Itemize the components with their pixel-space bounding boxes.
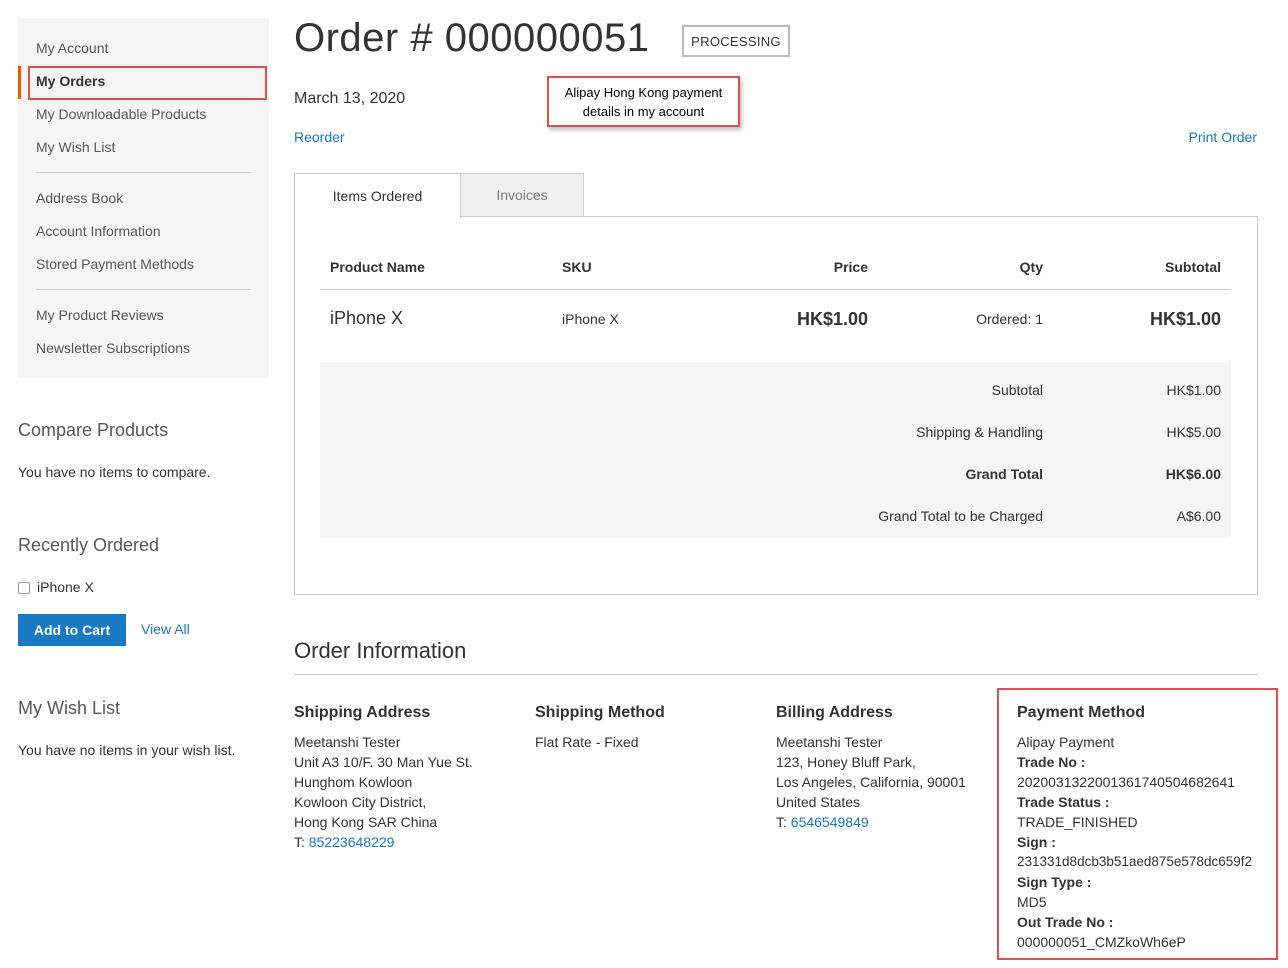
nav-wish-list[interactable]: My Wish List (36, 139, 115, 155)
billing-phone: T: 6546549849 (776, 812, 966, 832)
trade-no-label: Trade No : (1017, 754, 1086, 770)
col-header-subtotal: Subtotal (1165, 259, 1221, 275)
shipping-phone-link[interactable]: 85223648229 (309, 834, 395, 850)
trade-status-label: Trade Status : (1017, 794, 1110, 810)
nav-product-reviews[interactable]: My Product Reviews (36, 307, 164, 323)
address-line: Hunghom Kowloon (294, 774, 413, 790)
wishlist-empty-text: You have no items in your wish list. (18, 742, 236, 758)
totals-value-shipping: HK$5.00 (1166, 424, 1221, 440)
col-header-qty: Qty (1019, 259, 1043, 275)
recently-ordered-item: iPhone X (37, 579, 94, 595)
sign-value: 231331d8dcb3b51aed875e578dc659f2 (1017, 854, 1252, 869)
billing-address-title: Billing Address (776, 704, 893, 721)
add-to-cart-button[interactable]: Add to Cart (18, 614, 126, 646)
totals-value-subtotal: HK$1.00 (1166, 382, 1221, 398)
out-trade-no-value: 000000051_CMZkoWh6eP (1017, 934, 1186, 950)
shipping-method-value: Flat Rate - Fixed (535, 734, 639, 750)
tab-items-ordered[interactable]: Items Ordered (294, 173, 461, 218)
payment-method-title: Payment Method (1017, 704, 1146, 721)
shipping-method-title: Shipping Method (535, 704, 665, 721)
address-line: Unit A3 10/F. 30 Man Yue St. (294, 754, 473, 770)
billing-phone-link[interactable]: 6546549849 (791, 814, 869, 830)
item-price: HK$1.00 (796, 309, 868, 329)
section-divider (294, 674, 1258, 675)
totals-label-charged: Grand Total to be Charged (878, 508, 1043, 524)
nav-address-book[interactable]: Address Book (36, 190, 123, 206)
col-header-sku: SKU (562, 259, 592, 275)
totals-value-grand-total: HK$6.00 (1165, 466, 1221, 482)
totals-label-subtotal: Subtotal (991, 382, 1043, 398)
nav-newsletter-subscriptions[interactable]: Newsletter Subscriptions (36, 340, 190, 356)
out-trade-no-label: Out Trade No : (1017, 914, 1114, 930)
item-product-name: iPhone X (330, 308, 404, 328)
recently-ordered-checkbox[interactable] (18, 582, 30, 594)
nav-my-account[interactable]: My Account (36, 40, 108, 56)
order-information-title: Order Information (294, 638, 467, 663)
address-line: 123, Honey Bluff Park, (776, 754, 916, 770)
totals-label-grand-total: Grand Total (965, 466, 1043, 482)
address-line: United States (776, 794, 861, 810)
nav-account-information[interactable]: Account Information (36, 223, 161, 239)
item-qty: Ordered: 1 (976, 311, 1043, 327)
compare-empty-text: You have no items to compare. (18, 464, 211, 480)
address-line: Hong Kong SAR China (294, 814, 438, 830)
trade-status-value: TRADE_FINISHED (1017, 814, 1138, 830)
shipping-method-block: Shipping Method Flat Rate - Fixed (535, 704, 665, 752)
payment-method-name: Alipay Payment (1017, 734, 1115, 750)
trade-no-value: 20200313220013617405046826​41 (1017, 774, 1236, 790)
totals-value-charged: A$6.00 (1176, 508, 1221, 524)
annotation-callout: Alipay Hong Kong payment details in my a… (547, 76, 740, 127)
shipping-phone: T: 85223648229 (294, 832, 473, 852)
item-sku: iPhone X (562, 311, 619, 327)
compare-title: Compare Products (18, 420, 169, 440)
callout-line: details in my account (582, 104, 705, 119)
view-all-link[interactable]: View All (141, 621, 190, 637)
address-line: Meetanshi Tester (294, 734, 401, 750)
table-divider (320, 289, 1231, 290)
order-totals (320, 362, 1231, 538)
address-line: Los Angeles, California, 90001 (776, 774, 966, 790)
shipping-address-title: Shipping Address (294, 704, 431, 721)
phone-prefix: T: (294, 834, 309, 850)
sign-type-value: MD5 (1017, 894, 1047, 910)
print-order-link[interactable]: Print Order (1189, 129, 1257, 145)
page-title: Order # 000000051 (294, 16, 650, 60)
col-header-price: Price (833, 259, 868, 275)
wishlist-title: My Wish List (18, 698, 121, 718)
order-date: March 13, 2020 (294, 90, 406, 107)
status-badge: PROCESSING (682, 25, 790, 57)
nav-my-orders[interactable]: My Orders (36, 73, 105, 89)
address-line: Meetanshi Tester (776, 734, 883, 750)
billing-address-block: Billing Address Meetanshi Tester 123, Ho… (776, 704, 966, 832)
payment-method-block: Payment Method Alipay Payment Trade No :… (1017, 704, 1252, 952)
address-line: Kowloon City District, (294, 794, 427, 810)
shipping-address-block: Shipping Address Meetanshi Tester Unit A… (294, 704, 473, 852)
recently-ordered-title: Recently Ordered (18, 535, 160, 555)
phone-prefix: T: (776, 814, 791, 830)
sign-type-label: Sign Type : (1017, 874, 1092, 890)
totals-label-shipping: Shipping & Handling (916, 424, 1043, 440)
reorder-link[interactable]: Reorder (294, 129, 345, 145)
tab-invoices[interactable]: Invoices (460, 173, 584, 217)
callout-line: Alipay Hong Kong payment (564, 85, 723, 100)
nav-divider (36, 172, 251, 173)
item-subtotal: HK$1.00 (1149, 309, 1221, 329)
account-nav: My Account My Orders My Downloadable Pro… (18, 18, 269, 378)
nav-divider (36, 289, 251, 290)
sign-label: Sign : (1017, 834, 1056, 850)
col-header-product-name: Product Name (330, 259, 425, 275)
nav-stored-payment-methods[interactable]: Stored Payment Methods (36, 256, 194, 272)
current-item-accent (18, 66, 21, 99)
nav-downloadable-products[interactable]: My Downloadable Products (36, 106, 206, 122)
